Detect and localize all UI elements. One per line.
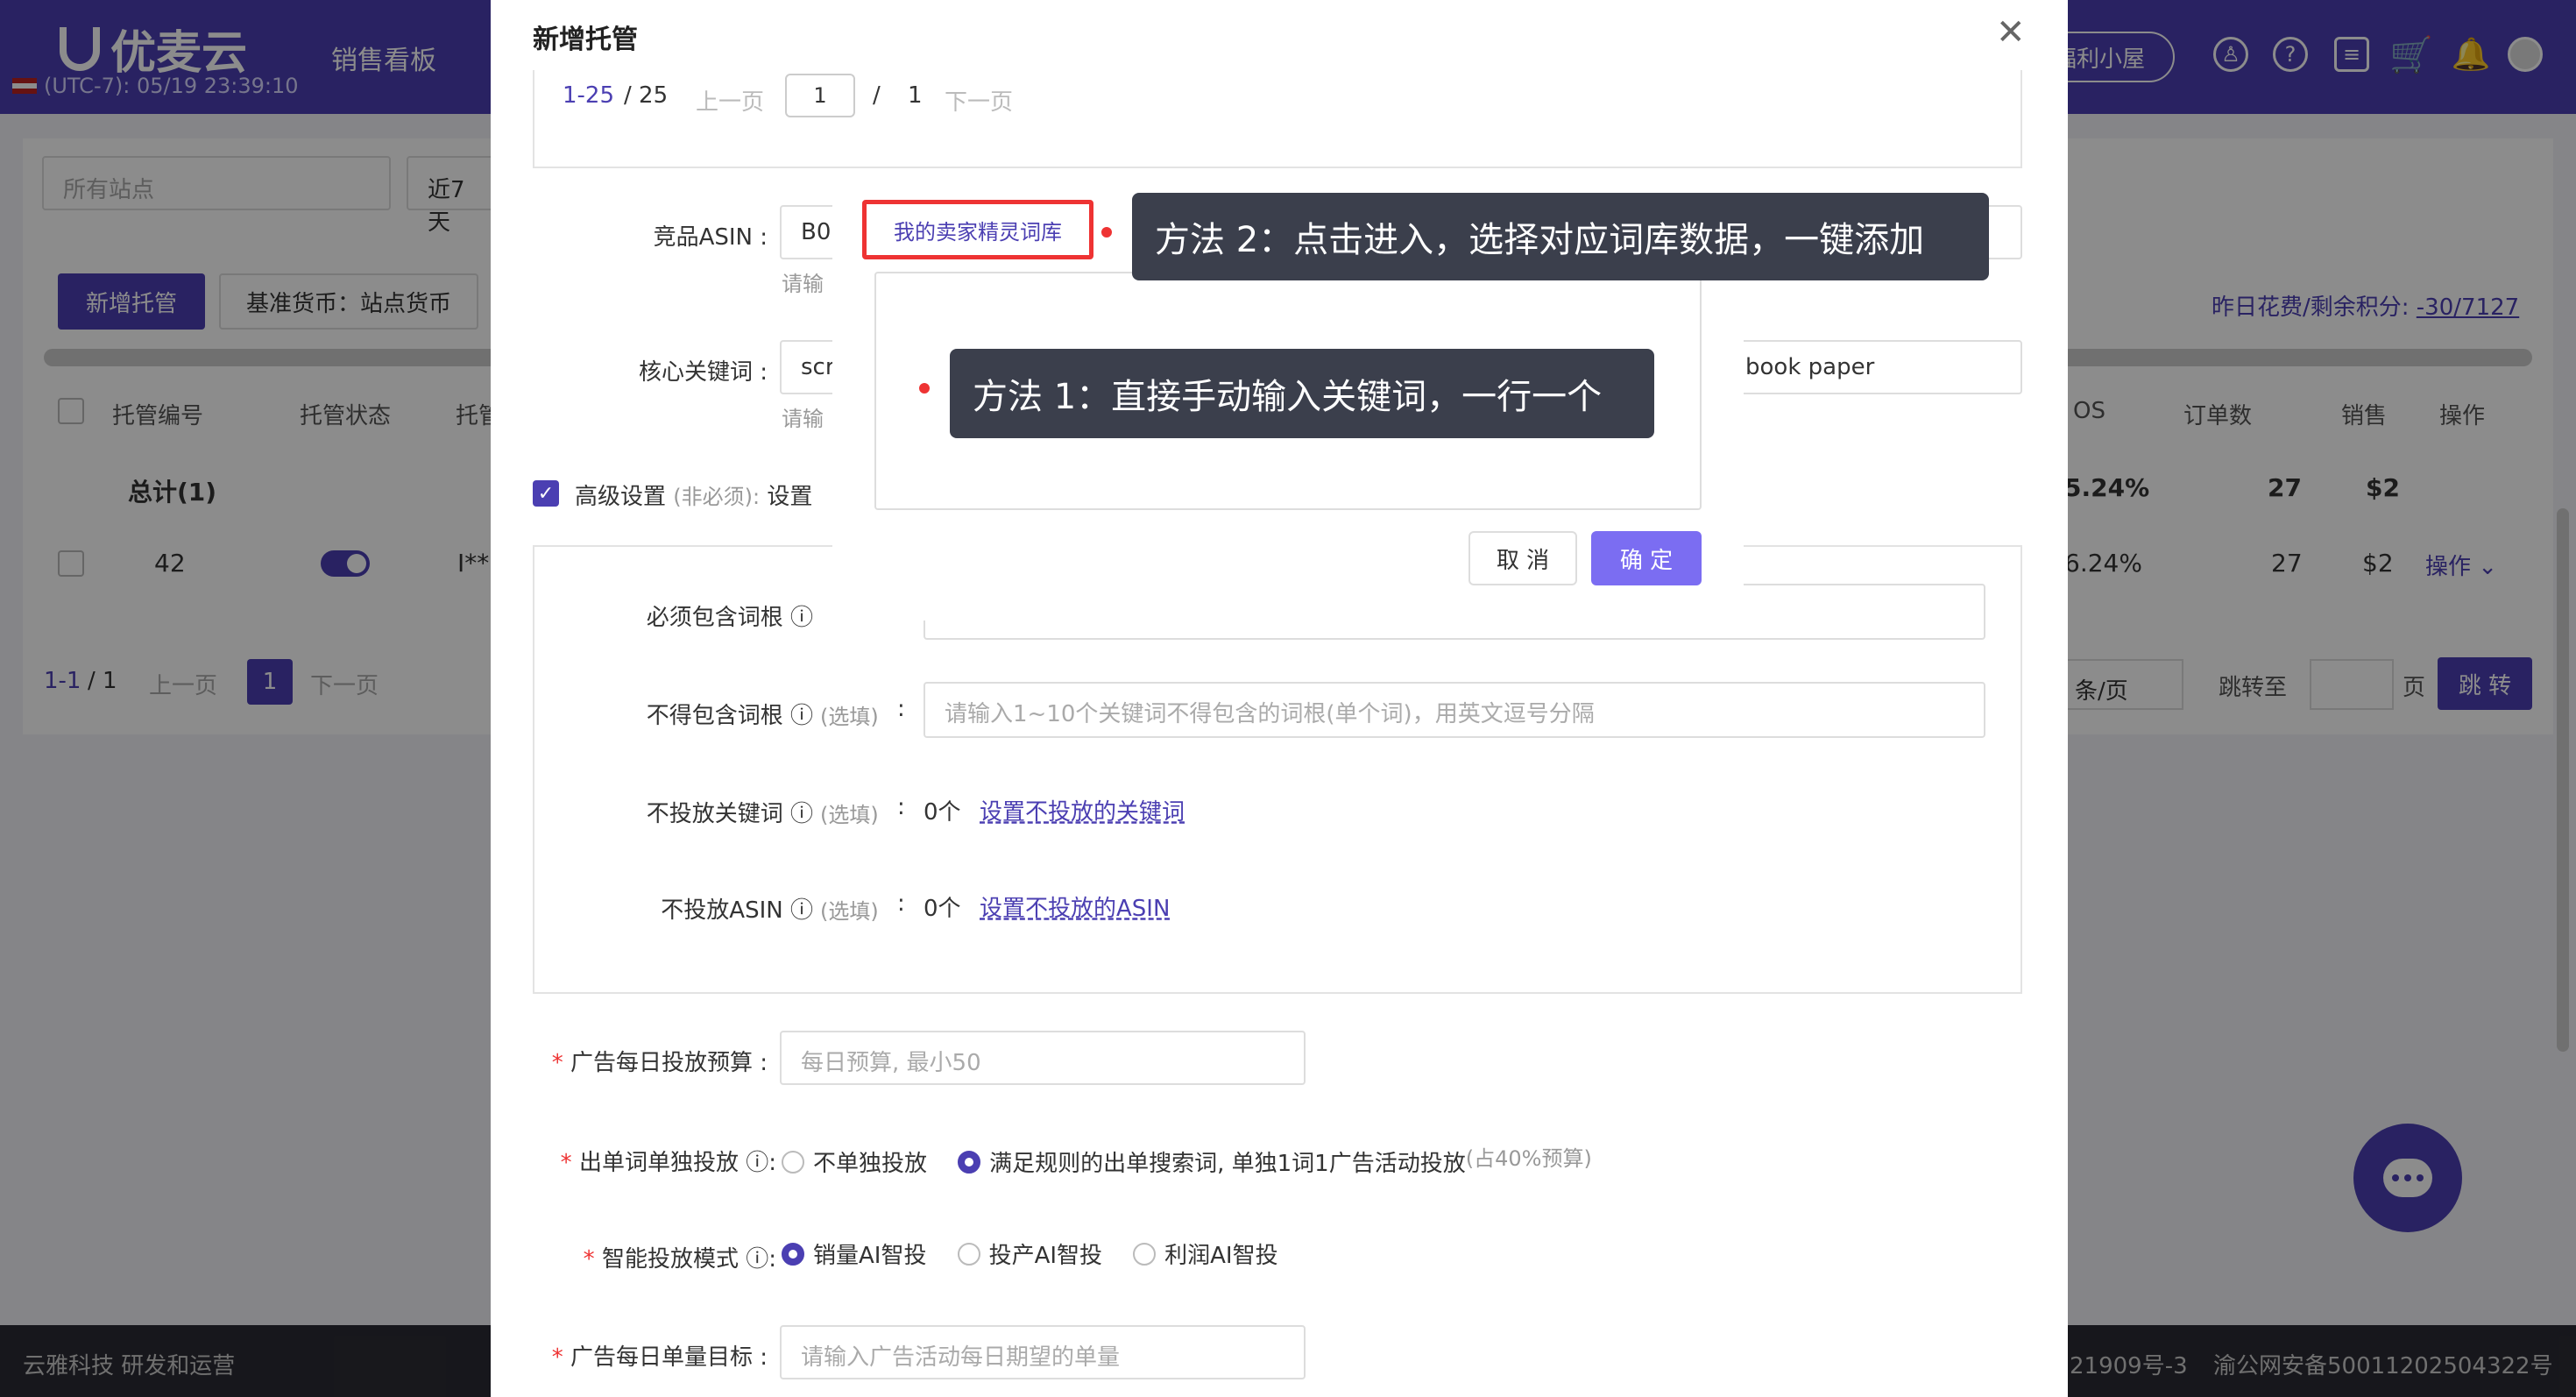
single-placement-text: 出单词单独投放 <box>578 1150 739 1176</box>
ai-mode-label: * 智能投放模式 ⓘ: <box>583 1246 776 1273</box>
core-keyword-label: 核心关键词 : <box>638 359 768 386</box>
exclude-root-label: 不得包含词根 ⓘ <box>561 698 813 730</box>
help-icon[interactable]: ⓘ <box>746 1246 768 1273</box>
set-no-asin-link[interactable]: 设置不投放的ASIN <box>980 890 1170 923</box>
radio-profit-ai[interactable] <box>1133 1242 1157 1266</box>
daily-target-label: * 广告每日单量目标 : <box>543 1339 768 1372</box>
budget-text: 广告每日投放预算 : <box>570 1050 768 1076</box>
no-asin-count: 0个 <box>924 896 961 922</box>
budget-label: * 广告每日投放预算 : <box>543 1045 768 1077</box>
drawer-pager-slash: / <box>873 82 881 109</box>
advanced-optional: (非必须): <box>673 485 761 509</box>
daily-target-text: 广告每日单量目标 : <box>570 1344 768 1371</box>
callout-method-1: 方法 1：直接手动输入关键词，一行一个 <box>950 349 1654 438</box>
no-keyword-count: 0个 <box>924 799 961 826</box>
advanced-suffix: 设置 <box>767 484 813 510</box>
help-icon[interactable]: ⓘ <box>790 801 813 827</box>
help-icon[interactable]: ⓘ <box>790 897 813 924</box>
core-keyword-hint: 请输 <box>782 407 824 431</box>
radio-single-label[interactable]: 满足规则的出单搜索词, 单独1词1广告活动投放 <box>989 1151 1466 1177</box>
no-asin-optional: (选填) <box>820 899 879 924</box>
help-icon[interactable]: ⓘ <box>790 605 813 631</box>
no-keyword-text: 不投放关键词 <box>646 801 783 827</box>
callout-dot-1 <box>916 380 932 396</box>
asin-label: 竞品ASIN : <box>653 224 768 251</box>
daily-target-input[interactable]: 请输入广告活动每日期望的单量 <box>780 1325 1306 1379</box>
must-include-text: 必须包含词根 <box>646 605 783 631</box>
drawer-pager-next[interactable]: 下一页 <box>945 84 1013 117</box>
drawer-pager-prev[interactable]: 上一页 <box>696 84 764 117</box>
must-include-label: 必须包含词根 ⓘ <box>561 599 813 632</box>
budget-input[interactable]: 每日预算, 最小50 <box>780 1031 1306 1085</box>
help-icon[interactable]: ⓘ <box>746 1150 768 1176</box>
required-mark: * <box>560 1150 572 1176</box>
radio-roi-ai[interactable] <box>957 1242 980 1266</box>
advanced-settings-label: 高级设置 (非必须): 设置 <box>575 479 812 511</box>
required-mark: * <box>583 1246 595 1273</box>
drawer-pager-pages: 1 <box>908 82 923 109</box>
asin-value: B0 <box>801 219 832 245</box>
radio-profit-ai-label[interactable]: 利润AI智投 <box>1164 1243 1277 1269</box>
advanced-settings-checkbox[interactable]: ✓ <box>533 480 559 507</box>
radio-sales-ai-label[interactable]: 销量AI智投 <box>813 1243 926 1269</box>
core-keyword-value-tail: book paper <box>1745 354 1875 380</box>
callout-dot-2 <box>1099 224 1115 240</box>
close-icon[interactable]: ✕ <box>1996 12 2026 53</box>
radio-single[interactable] <box>958 1150 981 1174</box>
no-keyword-label: 不投放关键词 ⓘ <box>561 796 813 828</box>
callout-method-2: 方法 2：点击进入，选择对应词库数据，一键添加 <box>1132 193 1989 280</box>
radio-single-note: (占40%预算) <box>1465 1146 1592 1171</box>
drawer-title: 新增托管 <box>533 25 638 55</box>
no-keyword-colon: : <box>897 794 905 820</box>
core-keyword-value: scr <box>801 354 835 380</box>
no-asin-text: 不投放ASIN <box>661 897 783 924</box>
single-placement-label: * 出单词单独投放 ⓘ: <box>560 1150 776 1176</box>
radio-no-single[interactable] <box>782 1150 804 1174</box>
ai-mode-options: 销量AI智投 投产AI智投 利润AI智投 <box>782 1237 1305 1270</box>
drawer-pager-range: 1-25 <box>563 82 615 109</box>
ai-mode-text: 智能投放模式 <box>601 1246 739 1273</box>
radio-roi-ai-label[interactable]: 投产AI智投 <box>989 1243 1102 1269</box>
drawer-pager-input[interactable]: 1 <box>785 74 855 117</box>
exclude-root-input[interactable]: 请输入1~10个关键词不得包含的词根(单个词)，用英文逗号分隔 <box>924 682 1985 738</box>
no-asin-colon: : <box>897 890 905 917</box>
asin-hint: 请输 <box>782 272 824 296</box>
no-asin-label: 不投放ASIN ⓘ <box>561 892 813 925</box>
advanced-title: 高级设置 <box>575 484 667 510</box>
exclude-root-optional: (选填) <box>820 705 879 729</box>
radio-sales-ai[interactable] <box>782 1242 804 1266</box>
confirm-button[interactable]: 确 定 <box>1591 531 1702 585</box>
set-no-keyword-link[interactable]: 设置不投放的关键词 <box>980 794 1185 826</box>
exclude-root-text: 不得包含词根 <box>646 703 783 729</box>
required-mark: * <box>551 1050 563 1076</box>
exclude-root-colon: : <box>897 696 905 722</box>
single-placement-options: 不单独投放 满足规则的出单搜索词, 单独1词1广告活动投放(占40%预算) <box>782 1141 1592 1178</box>
no-keyword-optional: (选填) <box>820 803 879 827</box>
radio-no-single-label[interactable]: 不单独投放 <box>813 1151 927 1177</box>
help-icon[interactable]: ⓘ <box>790 703 813 729</box>
required-mark: * <box>551 1344 563 1371</box>
seller-sprite-library-button[interactable]: 我的卖家精灵词库 <box>862 200 1093 259</box>
drawer-pager-total: / 25 <box>624 82 669 109</box>
cancel-button[interactable]: 取 消 <box>1468 531 1577 585</box>
